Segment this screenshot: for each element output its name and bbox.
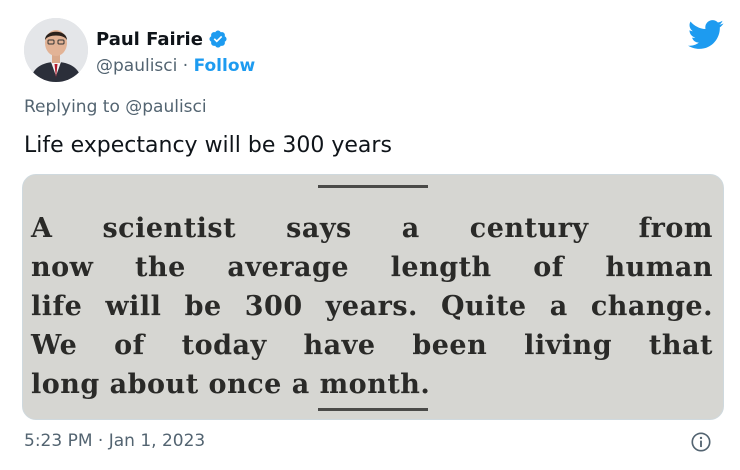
verified-badge-icon [208,29,228,49]
handle-separator: · [182,56,189,76]
handle-row: @paulisci · Follow [96,56,255,76]
clipping-rule-top [318,185,428,188]
tweet-date: Jan 1, 2023 [108,431,206,451]
clipping-line: now the average length of human [31,252,713,283]
clipping-line: life will be 300 years. Quite a change. [31,291,713,322]
newspaper-clipping-image[interactable]: A scientist says a century from now the … [22,174,724,420]
clipping-line: A scientist says a century from [31,213,713,244]
clipping-rule-bottom [318,408,428,411]
display-name[interactable]: Paul Fairie [96,29,203,50]
tweet-header: Paul Fairie @paulisci · Follow [24,18,724,82]
reply-mention-link[interactable]: @paulisci [125,97,206,117]
replying-to: Replying to @paulisci [24,97,207,117]
timestamp-separator: · [97,431,104,451]
author-info: Paul Fairie @paulisci · Follow [96,26,255,77]
clipping-text: A scientist says a century from now the … [31,209,713,404]
handle[interactable]: @paulisci [96,56,177,76]
follow-button[interactable]: Follow [194,56,256,76]
tweet-text: Life expectancy will be 300 years [24,133,392,158]
twitter-bird-icon[interactable] [688,20,724,50]
avatar[interactable] [24,18,88,82]
clipping-line: We of today have been living that [31,330,713,361]
clipping-line: long about once a month. [31,369,431,400]
info-icon[interactable] [690,431,712,453]
display-name-row: Paul Fairie [96,26,255,52]
replying-prefix: Replying to [24,97,120,117]
avatar-photo [24,18,88,82]
tweet-timestamp[interactable]: 5:23 PM · Jan 1, 2023 [24,431,205,451]
tweet-time: 5:23 PM [24,431,93,451]
